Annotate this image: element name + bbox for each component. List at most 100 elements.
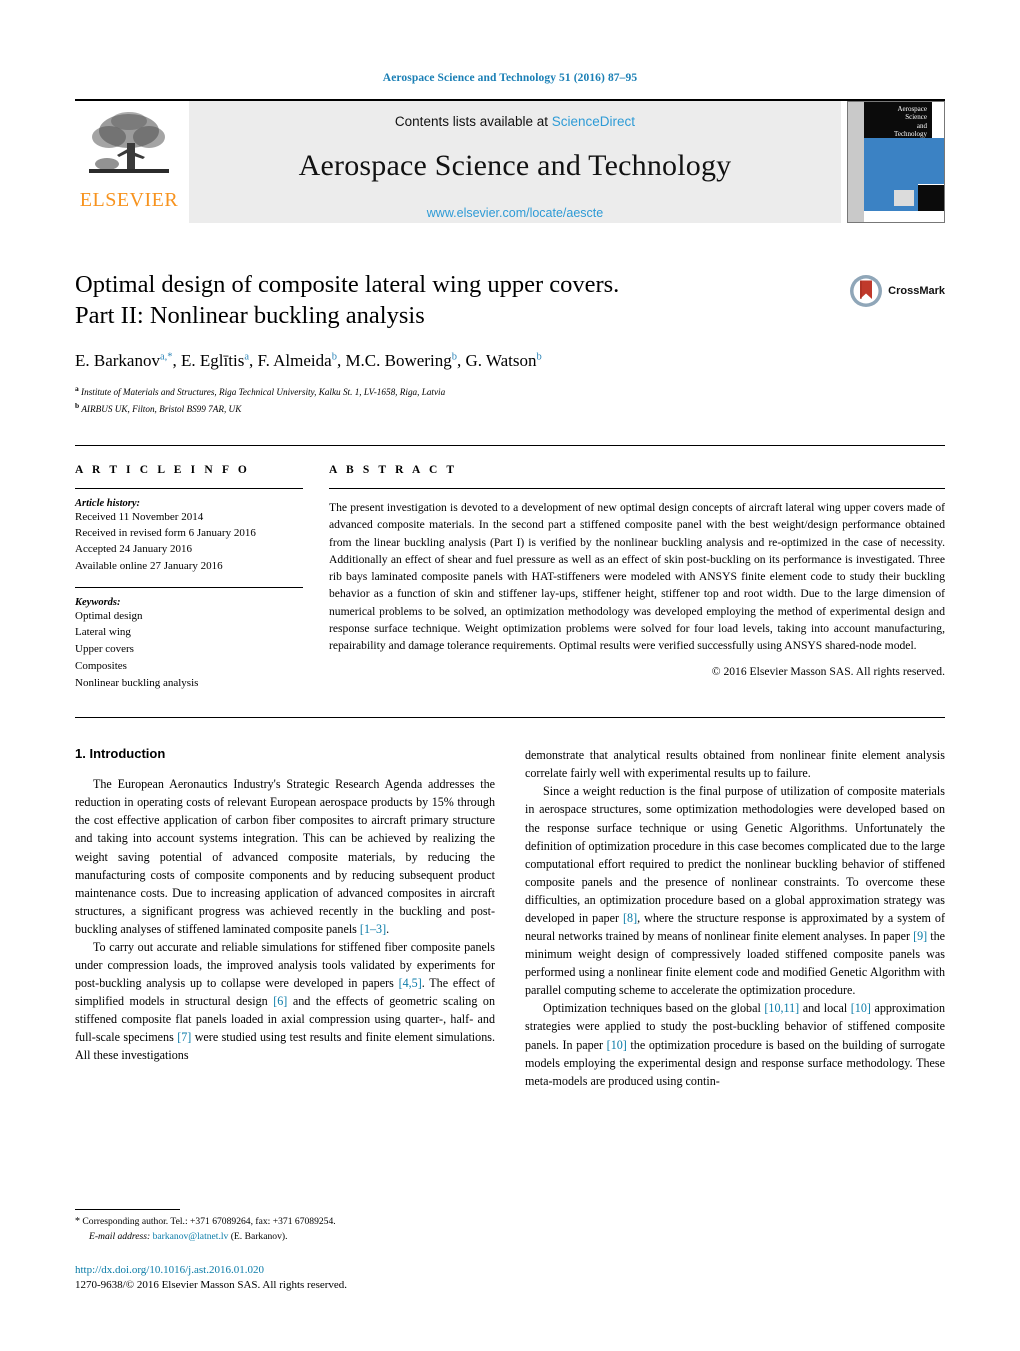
right-paragraphs: demonstrate that analytical results obta… bbox=[525, 746, 945, 1089]
corresponding-author-text: Corresponding author. Tel.: +371 6708926… bbox=[82, 1216, 336, 1228]
keyword-item: Nonlinear buckling analysis bbox=[75, 676, 199, 689]
abstract-column: A B S T R A C T The present investigatio… bbox=[329, 464, 945, 691]
author-affil-marker: b bbox=[451, 351, 457, 363]
author-list: E. Barkanova,*, E. Eglītisa, F. Almeidab… bbox=[75, 351, 542, 371]
footnote-divider bbox=[75, 1209, 180, 1211]
citation-link[interactable]: [10] bbox=[607, 1038, 627, 1052]
keywords-heading: Keywords: bbox=[75, 596, 121, 608]
journal-title: Aerospace Science and Technology bbox=[298, 149, 732, 182]
body-paragraph: Optimization techniques based on the glo… bbox=[525, 999, 945, 1089]
affiliation-item: b AIRBUS UK, Filton, Bristol BS99 7AR, U… bbox=[75, 400, 945, 417]
citation-link[interactable]: [1–3] bbox=[360, 922, 386, 936]
keyword-item: Upper covers bbox=[75, 643, 134, 656]
divider bbox=[329, 488, 945, 490]
doi-block: http://dx.doi.org/10.1016/j.ast.2016.01.… bbox=[75, 1263, 495, 1293]
abstract-text: The present investigation is devoted to … bbox=[329, 501, 945, 653]
body-paragraph: Since a weight reduction is the final pu… bbox=[525, 782, 945, 999]
corresponding-author-note: * Corresponding author. Tel.: +371 67089… bbox=[75, 1215, 495, 1244]
corresponding-author-marker: * bbox=[75, 1216, 80, 1228]
contents-available-line: Contents lists available at ScienceDirec… bbox=[395, 114, 635, 129]
affiliation-marker: b bbox=[75, 401, 80, 411]
paragraph-text: Optimization techniques based on the glo… bbox=[543, 1001, 765, 1016]
history-item: Accepted 24 January 2016 bbox=[75, 543, 192, 556]
citation-link[interactable]: [10,11] bbox=[764, 1001, 799, 1015]
history-item: Available online 27 January 2016 bbox=[75, 559, 223, 572]
email-owner: (E. Barkanov). bbox=[230, 1231, 288, 1243]
body-column-left: 1. Introduction The European Aeronautics… bbox=[75, 746, 495, 1089]
info-abstract-region: A R T I C L E I N F O Article history: R… bbox=[75, 445, 945, 691]
citation-link[interactable]: [7] bbox=[177, 1030, 191, 1044]
title-line-1: Optimal design of composite lateral wing… bbox=[75, 271, 620, 298]
page-title: Optimal design of composite lateral wing… bbox=[75, 269, 835, 331]
cover-block-blue-right bbox=[918, 138, 944, 184]
paragraph-text: . bbox=[386, 921, 390, 936]
cover-title: Aerospace Science and Technology bbox=[864, 102, 932, 138]
cover-block-black bbox=[918, 185, 944, 211]
article-info-label: A R T I C L E I N F O bbox=[75, 464, 250, 477]
author-affil-marker: b bbox=[536, 351, 542, 363]
divider bbox=[75, 488, 303, 490]
paragraph-text: demonstrate that analytical results obta… bbox=[525, 748, 945, 781]
journal-masthead: ELSEVIER Contents lists available at Sci… bbox=[75, 99, 945, 223]
cover-title-line-4: Technology bbox=[894, 129, 927, 138]
title-block: Optimal design of composite lateral wing… bbox=[75, 269, 945, 417]
abstract-label: A B S T R A C T bbox=[329, 464, 458, 477]
crossmark-icon bbox=[850, 275, 883, 307]
cover-spine bbox=[848, 102, 864, 222]
email-link[interactable]: barkanov@latnet.lv bbox=[153, 1231, 229, 1242]
journal-band: Contents lists available at ScienceDirec… bbox=[189, 101, 841, 223]
issn-copyright-line: 1270-9638/© 2016 Elsevier Masson SAS. Al… bbox=[75, 1279, 348, 1292]
history-item: Received in revised form 6 January 2016 bbox=[75, 527, 256, 540]
author-item[interactable]: G. Watsonb bbox=[465, 351, 541, 370]
author-affil-marker: b bbox=[331, 351, 337, 363]
abstract-copyright: © 2016 Elsevier Masson SAS. All rights r… bbox=[711, 665, 945, 679]
doi-link[interactable]: http://dx.doi.org/10.1016/j.ast.2016.01.… bbox=[75, 1263, 495, 1278]
author-affil-marker: a,* bbox=[159, 351, 173, 363]
affiliation-list: a Institute of Materials and Structures,… bbox=[75, 383, 945, 417]
elsevier-tree-icon bbox=[89, 112, 169, 173]
title-line-2: Part II: Nonlinear buckling analysis bbox=[75, 302, 425, 330]
article-info-column: A R T I C L E I N F O Article history: R… bbox=[75, 464, 303, 691]
elsevier-logo: ELSEVIER bbox=[75, 101, 183, 223]
citation-link[interactable]: [6] bbox=[273, 994, 287, 1008]
crossmark-label: CrossMark bbox=[888, 285, 945, 297]
body-paragraph: To carry out accurate and reliable simul… bbox=[75, 938, 495, 1065]
history-item: Received 11 November 2014 bbox=[75, 511, 204, 524]
divider bbox=[75, 586, 303, 588]
journal-url-link[interactable]: www.elsevier.com/locate/aescte bbox=[427, 206, 603, 220]
keyword-item: Composites bbox=[75, 659, 127, 672]
author-item[interactable]: E. Eglītisa bbox=[181, 351, 249, 370]
citation-link[interactable]: [10] bbox=[851, 1001, 871, 1015]
cover-title-line-1: Aerospace bbox=[897, 105, 927, 113]
paragraph-text: The European Aeronautics Industry's Stra… bbox=[75, 777, 495, 936]
citation-link[interactable]: [8] bbox=[623, 911, 637, 925]
keyword-item: Optimal design bbox=[75, 609, 143, 622]
citation-link[interactable]: [4,5] bbox=[399, 976, 422, 990]
body-region: 1. Introduction The European Aeronautics… bbox=[75, 717, 945, 1089]
contents-prefix: Contents lists available at bbox=[394, 114, 549, 129]
affiliation-text: AIRBUS UK, Filton, Bristol BS99 7AR, UK bbox=[81, 404, 242, 415]
author-item[interactable]: E. Barkanova,* bbox=[75, 351, 173, 370]
paragraph-text: Since a weight reduction is the final pu… bbox=[525, 784, 945, 925]
cover-title-line-3: and bbox=[916, 121, 927, 130]
article-history-heading: Article history: bbox=[75, 498, 141, 510]
citation-link[interactable]: [9] bbox=[913, 929, 927, 943]
journal-cover-thumbnail[interactable]: Aerospace Science and Technology bbox=[847, 101, 945, 223]
running-head: Aerospace Science and Technology 51 (201… bbox=[382, 72, 638, 84]
affiliation-marker: a bbox=[75, 384, 79, 394]
author-affil-marker: a bbox=[244, 351, 249, 363]
sciencedirect-link[interactable]: ScienceDirect bbox=[552, 114, 635, 129]
cover-publisher-mark bbox=[894, 190, 914, 206]
body-paragraph: The European Aeronautics Industry's Stra… bbox=[75, 775, 495, 938]
author-item[interactable]: M.C. Boweringb bbox=[345, 351, 457, 370]
body-paragraph: demonstrate that analytical results obta… bbox=[525, 746, 945, 782]
affiliation-item: a Institute of Materials and Structures,… bbox=[75, 383, 945, 400]
elsevier-wordmark: ELSEVIER bbox=[79, 189, 179, 211]
author-item[interactable]: F. Almeidab bbox=[257, 351, 336, 370]
article-page: Aerospace Science and Technology 51 (201… bbox=[0, 0, 1020, 1351]
body-column-right: demonstrate that analytical results obta… bbox=[525, 746, 945, 1089]
cover-title-line-2: Science bbox=[905, 113, 927, 122]
left-paragraphs: The European Aeronautics Industry's Stra… bbox=[75, 775, 495, 1064]
footnote-area: * Corresponding author. Tel.: +371 67089… bbox=[75, 1209, 495, 1293]
crossmark-badge[interactable]: CrossMark bbox=[849, 274, 945, 308]
